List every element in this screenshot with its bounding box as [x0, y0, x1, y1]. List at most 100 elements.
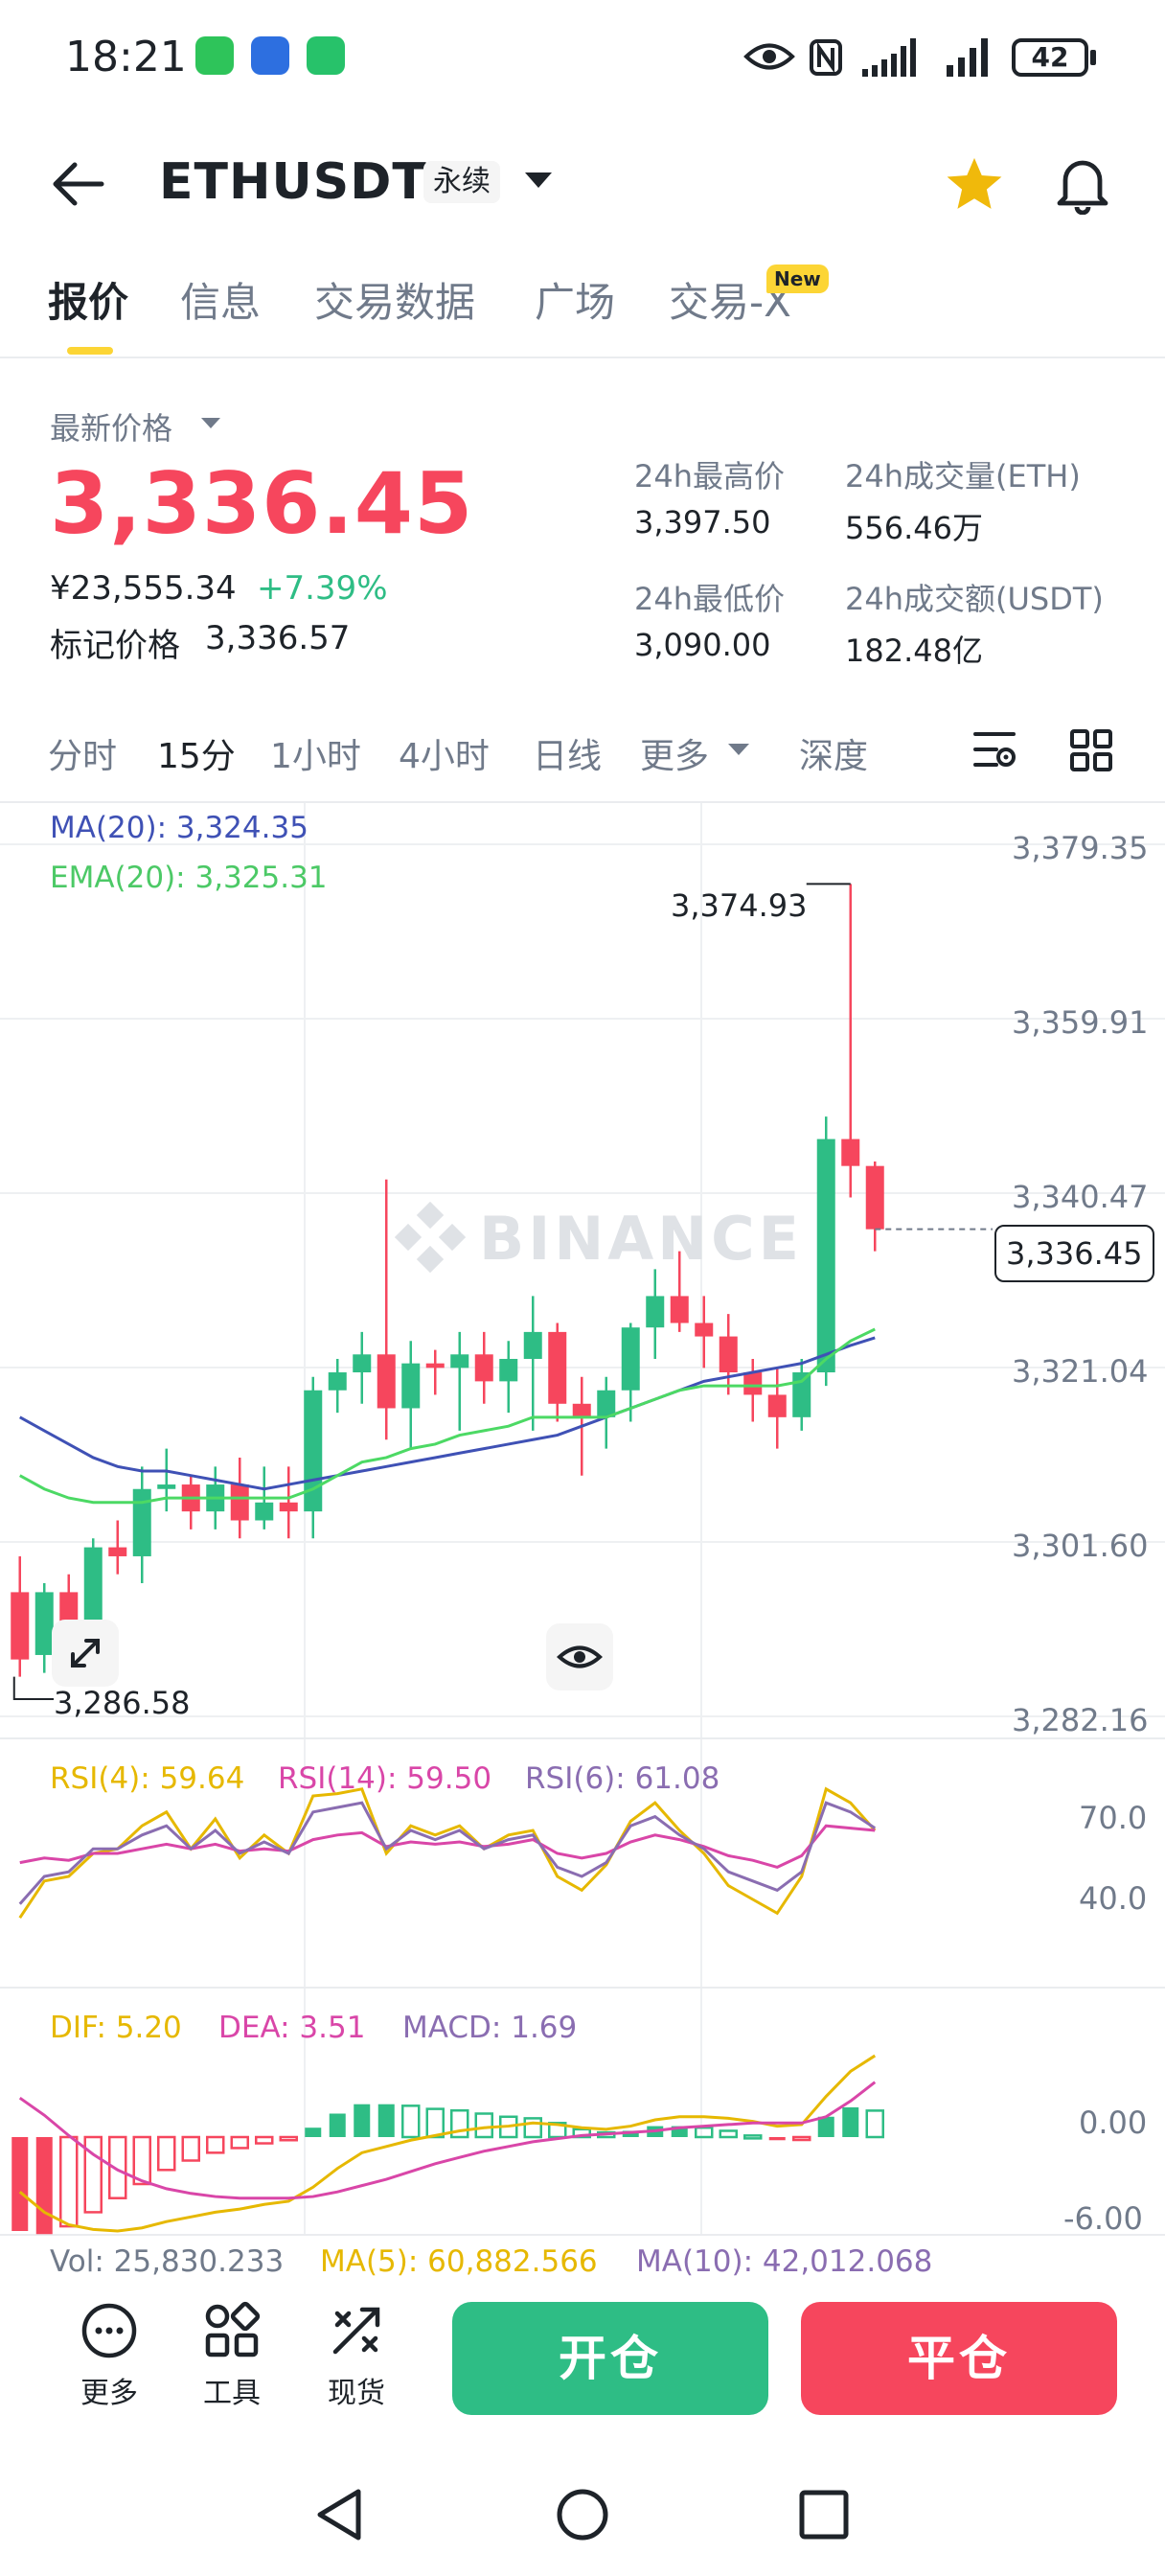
candle-body — [401, 1363, 421, 1409]
more-label[interactable]: 更多 — [52, 2369, 167, 2411]
interval-more[interactable]: 更多 — [640, 728, 709, 778]
candle-body — [792, 1372, 811, 1417]
candle-body — [328, 1372, 347, 1391]
chart-settings-icon[interactable] — [971, 728, 1017, 770]
spot-label[interactable]: 现货 — [299, 2369, 414, 2411]
tools-icon[interactable] — [201, 2300, 263, 2361]
candle-body — [523, 1331, 542, 1359]
candle-body — [865, 1165, 884, 1230]
ma20-line — [19, 1336, 876, 1491]
candle-body — [425, 1363, 445, 1368]
mark-price: 3,336.57 — [205, 619, 351, 657]
macd-histogram-bar — [865, 2109, 884, 2139]
candle-body — [11, 1592, 30, 1660]
open-position-button[interactable]: 开仓 — [452, 2302, 768, 2415]
candle-body — [230, 1484, 249, 1521]
back-arrow-icon[interactable] — [52, 161, 105, 207]
macd-histogram-bar — [157, 2135, 176, 2172]
high-24h-label: 24h最高价 — [634, 458, 786, 494]
nfc-icon — [810, 39, 842, 76]
dea-line — [18, 2081, 877, 2200]
candle-body — [572, 1403, 591, 1417]
interval-4h[interactable]: 4小时 — [399, 728, 490, 778]
macd-histogram-bar — [354, 2104, 371, 2137]
dif-line — [18, 2054, 877, 2233]
ema20-line — [19, 1327, 876, 1505]
expand-chart-button[interactable] — [52, 1620, 119, 1687]
macd-histogram-bar — [255, 2135, 274, 2145]
macd-histogram-bar — [206, 2135, 225, 2154]
latest-price-label[interactable]: 最新价格 — [50, 404, 172, 448]
price-label-dropdown-icon[interactable] — [201, 418, 220, 428]
candle-body — [255, 1502, 274, 1521]
symbol-title[interactable]: ETHUSDT — [159, 153, 427, 211]
close-position-button[interactable]: 平仓 — [801, 2302, 1117, 2415]
bell-icon[interactable] — [1054, 153, 1111, 215]
high-24h: 3,397.50 — [634, 504, 771, 540]
candle-body — [695, 1322, 714, 1337]
candle-body — [816, 1138, 835, 1373]
nav-recents-icon[interactable] — [797, 2488, 851, 2542]
macd-histogram-bar — [842, 2106, 859, 2137]
macd-histogram-bar — [329, 2113, 346, 2137]
battery-tip — [1090, 50, 1096, 65]
tools-label[interactable]: 工具 — [174, 2369, 289, 2411]
tab-quote[interactable]: 报价 — [48, 270, 128, 329]
macd-legend: MACD: 1.69 — [402, 2011, 578, 2045]
nav-back-icon[interactable] — [312, 2486, 368, 2543]
star-favorite-icon[interactable] — [945, 155, 1004, 213]
candle-body — [34, 1592, 54, 1655]
rsi4-line — [18, 1786, 877, 1920]
candle-body — [450, 1354, 469, 1368]
binance-logo-watermark — [395, 1202, 466, 1273]
macd-histogram-bar — [719, 2129, 738, 2139]
rsi-tick-40: 40.0 — [1079, 1880, 1148, 1917]
macd-histogram-bar — [768, 2137, 786, 2141]
candle-body — [841, 1138, 860, 1166]
kline-chart[interactable] — [0, 803, 1165, 2288]
toggle-visibility-button[interactable] — [546, 1623, 613, 1690]
rsi6-legend: RSI(6): 61.08 — [525, 1761, 720, 1796]
symbol-dropdown-icon[interactable] — [525, 172, 552, 188]
nav-home-icon[interactable] — [554, 2486, 611, 2543]
macd-histogram-bar — [59, 2135, 79, 2228]
y-tick-6: 3,282.16 — [1012, 1702, 1149, 1738]
last-price: 3,336.45 — [50, 454, 474, 553]
ema20-legend: EMA(20): 3,325.31 — [50, 861, 328, 895]
grid-layout-icon[interactable] — [1069, 728, 1113, 772]
min-price-leader — [12, 1676, 54, 1700]
interval-1h[interactable]: 1小时 — [270, 728, 361, 778]
min-price-label: 3,286.58 — [54, 1685, 191, 1721]
candle-body — [132, 1488, 151, 1556]
interval-depth[interactable]: 深度 — [799, 728, 868, 778]
signal-icon-2 — [947, 38, 988, 77]
ma20-legend: MA(20): 3,324.35 — [50, 811, 308, 845]
more-icon[interactable] — [79, 2300, 140, 2361]
macd-histogram-bar — [279, 2135, 298, 2142]
y-tick-5: 3,301.60 — [1012, 1528, 1149, 1564]
candle-body — [719, 1336, 738, 1373]
tab-square[interactable]: 广场 — [535, 270, 615, 329]
interval-daily[interactable]: 日线 — [533, 728, 602, 778]
amount-24h: 182.48亿 — [845, 632, 983, 669]
interval-15m[interactable]: 15分 — [157, 728, 236, 778]
candle-body — [377, 1354, 396, 1409]
tab-trading-data[interactable]: 交易数据 — [314, 270, 475, 329]
signal-icon — [862, 38, 916, 77]
tab-info[interactable]: 信息 — [180, 270, 261, 329]
candle-body — [304, 1390, 323, 1512]
interval-timeline[interactable]: 分时 — [48, 728, 117, 778]
candle-body — [548, 1331, 567, 1404]
chat-app-icon — [307, 36, 345, 75]
contract-type-badge: 永续 — [423, 161, 500, 203]
mark-price-label: 标记价格 — [50, 627, 180, 665]
macd-histogram-bar — [230, 2135, 249, 2150]
spot-icon[interactable] — [326, 2300, 387, 2361]
macd-histogram-bar — [695, 2126, 714, 2139]
macd-histogram-bar — [817, 2116, 834, 2137]
y-tick-1: 3,379.35 — [1012, 830, 1149, 866]
macd-tick-neg6: -6.00 — [1063, 2200, 1143, 2237]
more-dropdown-icon[interactable] — [728, 744, 749, 755]
candle-body — [157, 1484, 176, 1489]
change-percent: +7.39% — [257, 569, 388, 608]
